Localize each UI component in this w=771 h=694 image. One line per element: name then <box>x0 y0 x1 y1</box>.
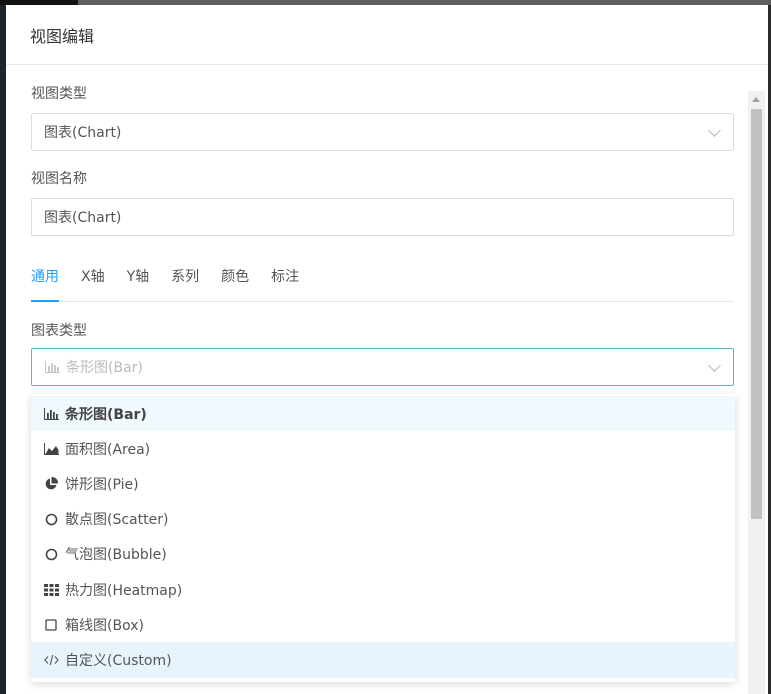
option-custom[interactable]: 自定义(Custom) <box>31 642 735 678</box>
option-heatmap[interactable]: 热力图(Heatmap) <box>31 572 735 607</box>
bar-chart-icon <box>44 361 60 373</box>
bar-chart-icon <box>43 407 59 420</box>
option-pie[interactable]: 饼形图(Pie) <box>31 466 735 501</box>
scroll-up-arrow-icon[interactable] <box>752 97 760 102</box>
modal-header: 视图编辑 <box>6 5 768 65</box>
modal-title: 视图编辑 <box>30 26 95 46</box>
view-type-label: 视图类型 <box>31 86 87 102</box>
scrollbar[interactable] <box>748 91 765 694</box>
option-label: 热力图(Heatmap) <box>65 582 183 599</box>
option-label: 饼形图(Pie) <box>65 476 139 493</box>
pie-chart-icon <box>43 476 59 491</box>
scrollbar-thumb[interactable] <box>751 109 762 519</box>
tab-y-axis[interactable]: Y轴 <box>127 258 150 301</box>
option-scatter[interactable]: 散点图(Scatter) <box>31 502 735 537</box>
option-bar[interactable]: 条形图(Bar) <box>31 396 735 432</box>
view-edit-modal: 视图编辑 视图类型 图表(Chart) 视图名称 图表(Chart) 通用 X轴… <box>6 5 768 694</box>
option-label: 气泡图(Bubble) <box>65 547 167 564</box>
tab-annotation[interactable]: 标注 <box>271 258 299 301</box>
option-area[interactable]: 面积图(Area) <box>31 431 735 466</box>
grid-icon <box>43 583 59 596</box>
view-name-input[interactable]: 图表(Chart) <box>31 198 734 236</box>
tab-series[interactable]: 系列 <box>171 258 199 301</box>
tab-color[interactable]: 颜色 <box>221 258 249 301</box>
view-name-label: 视图名称 <box>31 171 87 187</box>
view-type-select[interactable]: 图表(Chart) <box>31 113 734 151</box>
chart-type-label: 图表类型 <box>31 323 87 339</box>
settings-tabs: 通用 X轴 Y轴 系列 颜色 标注 <box>31 258 734 302</box>
option-label: 散点图(Scatter) <box>65 512 169 529</box>
circle-icon <box>43 513 59 526</box>
square-icon <box>43 619 59 631</box>
chart-type-select[interactable]: 条形图(Bar) <box>31 348 734 386</box>
option-label: 箱线图(Box) <box>65 617 144 634</box>
option-label: 面积图(Area) <box>65 441 151 458</box>
chevron-down-icon <box>708 359 721 372</box>
circle-icon <box>43 548 59 561</box>
tab-general[interactable]: 通用 <box>31 258 59 302</box>
option-label: 自定义(Custom) <box>65 652 172 669</box>
view-edit-form: 视图类型 图表(Chart) 视图名称 图表(Chart) 通用 X轴 Y轴 系… <box>31 81 734 386</box>
chart-type-dropdown: 条形图(Bar) 面积图(Area) 饼形图(Pie) 散点图(Scatter)… <box>31 394 735 682</box>
option-bubble[interactable]: 气泡图(Bubble) <box>31 537 735 572</box>
view-type-value: 图表(Chart) <box>44 125 122 141</box>
option-label: 条形图(Bar) <box>65 406 147 423</box>
chevron-down-icon <box>708 124 721 137</box>
chart-type-placeholder: 条形图(Bar) <box>66 360 143 376</box>
code-icon <box>43 654 59 666</box>
area-chart-icon <box>43 442 59 455</box>
view-name-value: 图表(Chart) <box>44 210 122 226</box>
option-box[interactable]: 箱线图(Box) <box>31 607 735 642</box>
tab-x-axis[interactable]: X轴 <box>81 258 105 301</box>
